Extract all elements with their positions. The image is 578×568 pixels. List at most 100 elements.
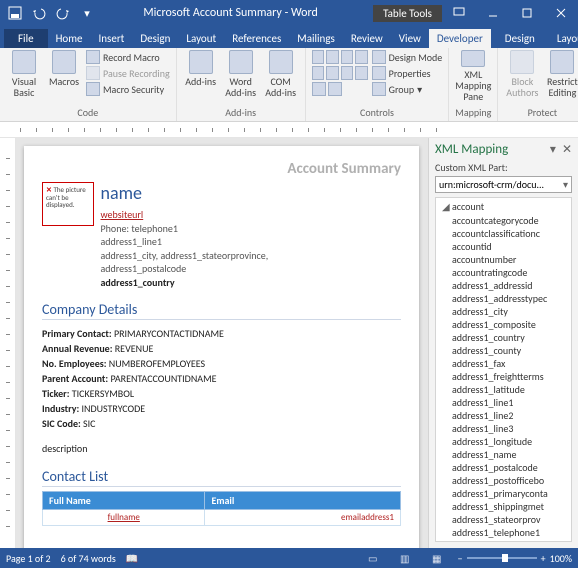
repeating-control-icon[interactable]	[312, 82, 326, 96]
xml-node[interactable]: address1_telephone2	[436, 539, 571, 543]
content-control-websiteurl[interactable]: websiteurl	[101, 208, 144, 221]
building-block-control-icon[interactable]	[355, 50, 368, 64]
content-control-address-postalcode[interactable]: address1_postalcode	[101, 262, 269, 276]
horizontal-ruler[interactable]	[0, 122, 578, 138]
group-button[interactable]: Group ▾	[372, 82, 443, 96]
properties-button[interactable]: Properties	[372, 66, 443, 80]
xml-node[interactable]: address1_latitude	[436, 383, 571, 396]
xml-node[interactable]: address1_freightterms	[436, 370, 571, 383]
document-area[interactable]: Account Summary ✕ The picture can't be d…	[0, 138, 428, 548]
zoom-level[interactable]: 100%	[550, 552, 572, 565]
content-control-emailaddress1[interactable]: emailaddress1	[205, 510, 401, 526]
content-control-name[interactable]: name	[101, 182, 269, 204]
contact-table[interactable]: Full NameEmail fullnameemailaddress1	[42, 491, 401, 526]
xml-node[interactable]: address1_postalcode	[436, 461, 571, 474]
content-control-employees[interactable]: NUMBEROFEMPLOYEES	[109, 357, 205, 370]
xml-node[interactable]: address1_primaryconta	[436, 487, 571, 500]
xml-node[interactable]: address1_postofficebo	[436, 474, 571, 487]
design-mode-button[interactable]: Design Mode	[372, 50, 443, 64]
redo-icon[interactable]	[52, 2, 74, 24]
xml-node[interactable]: address1_city	[436, 305, 571, 318]
xml-node[interactable]: accountclassificationc	[436, 227, 571, 240]
xml-node[interactable]: accountnumber	[436, 253, 571, 266]
xml-node[interactable]: accountratingcode	[436, 266, 571, 279]
pane-dropdown-icon[interactable]: ▾	[550, 142, 556, 157]
content-control-telephone1[interactable]: telephone1	[131, 222, 178, 235]
combobox-control-icon[interactable]	[326, 66, 339, 80]
xml-node[interactable]: address1_addressid	[436, 279, 571, 292]
status-page[interactable]: Page 1 of 2	[6, 552, 51, 565]
zoom-control[interactable]: − + 100%	[458, 552, 572, 565]
tab-references[interactable]: References	[224, 29, 289, 48]
xml-node[interactable]: address1_composite	[436, 318, 571, 331]
maximize-icon[interactable]	[510, 0, 544, 26]
minimize-icon[interactable]	[476, 0, 510, 26]
content-control-address-country[interactable]: address1_country	[101, 276, 269, 290]
tab-insert[interactable]: Insert	[91, 29, 133, 48]
xml-node[interactable]: address1_addresstypec	[436, 292, 571, 305]
content-control-primarycontact[interactable]: PRIMARYCONTACTIDNAME	[114, 327, 224, 340]
close-icon[interactable]	[544, 0, 578, 26]
word-addins-button[interactable]: Word Add-ins	[223, 50, 259, 102]
zoom-out-icon[interactable]: −	[458, 552, 463, 565]
tab-layout[interactable]: Layout	[178, 29, 224, 48]
content-control-revenue[interactable]: REVENUE	[115, 342, 154, 355]
zoom-in-icon[interactable]: +	[541, 552, 546, 565]
custom-xml-part-select[interactable]: urn:microsoft-crm/docu...	[435, 176, 572, 193]
content-control-industry[interactable]: INDUSTRYCODE	[81, 402, 145, 415]
xml-root-node[interactable]: account	[436, 200, 571, 214]
spell-check-icon[interactable]: 📖	[126, 552, 138, 565]
content-control-parentaccount[interactable]: PARENTACCOUNTIDNAME	[110, 372, 216, 385]
xml-node[interactable]: address1_shippingmet	[436, 500, 571, 513]
block-authors-button[interactable]: Block Authors	[504, 50, 540, 102]
content-control-address-citystate[interactable]: address1_city, address1_stateorprovince,	[101, 249, 269, 263]
plain-text-control-icon[interactable]	[326, 50, 339, 64]
xml-node[interactable]: address1_line3	[436, 422, 571, 435]
document-page[interactable]: Account Summary ✕ The picture can't be d…	[24, 146, 419, 548]
xml-mapping-pane-button[interactable]: XML Mapping Pane	[455, 50, 491, 102]
xml-node[interactable]: address1_name	[436, 448, 571, 461]
addins-button[interactable]: Add-ins	[183, 50, 219, 102]
record-macro-button[interactable]: Record Macro	[86, 50, 170, 64]
macros-button[interactable]: Macros	[46, 50, 82, 102]
vertical-ruler[interactable]	[0, 138, 16, 548]
tab-mailings[interactable]: Mailings	[289, 29, 343, 48]
status-words[interactable]: 6 of 74 words	[61, 552, 116, 565]
xml-node[interactable]: address1_line2	[436, 409, 571, 422]
visual-basic-button[interactable]: Visual Basic	[6, 50, 42, 102]
content-control-ticker[interactable]: TICKERSYMBOL	[72, 387, 134, 400]
content-control-description[interactable]: description	[42, 441, 401, 456]
tab-table-layout[interactable]: Layout	[549, 29, 578, 48]
tab-file[interactable]: File	[4, 29, 48, 48]
pause-recording-button[interactable]: Pause Recording	[86, 66, 170, 80]
content-control-sic[interactable]: SIC	[83, 417, 95, 430]
tab-table-design[interactable]: Design	[497, 29, 543, 48]
date-control-icon[interactable]	[355, 66, 368, 80]
xml-tree[interactable]: account accountcategorycodeaccountclassi…	[435, 197, 572, 542]
rich-text-control-icon[interactable]	[312, 50, 325, 64]
content-control-address-line1[interactable]: address1_line1	[101, 235, 269, 249]
com-addins-button[interactable]: COM Add-ins	[263, 50, 299, 102]
xml-node[interactable]: address1_line1	[436, 396, 571, 409]
checkbox-control-icon[interactable]	[312, 66, 325, 80]
content-control-fullname[interactable]: fullname	[108, 512, 140, 523]
macro-security-button[interactable]: Macro Security	[86, 82, 170, 96]
xml-node[interactable]: address1_telephone1	[436, 526, 571, 539]
xml-node[interactable]: accountcategorycode	[436, 214, 571, 227]
save-icon[interactable]	[4, 2, 26, 24]
tab-review[interactable]: Review	[343, 29, 391, 48]
xml-node[interactable]: address1_county	[436, 344, 571, 357]
tab-developer[interactable]: Developer	[429, 29, 491, 48]
undo-icon[interactable]	[28, 2, 50, 24]
xml-node[interactable]: accountid	[436, 240, 571, 253]
tab-home[interactable]: Home	[48, 29, 91, 48]
restrict-editing-button[interactable]: Restrict Editing	[544, 50, 578, 102]
xml-node[interactable]: address1_fax	[436, 357, 571, 370]
legacy-tools-icon[interactable]	[328, 82, 342, 96]
zoom-slider[interactable]	[467, 557, 537, 559]
pane-close-icon[interactable]: ✕	[562, 142, 572, 157]
xml-node[interactable]: address1_stateorprov	[436, 513, 571, 526]
picture-control-icon[interactable]	[341, 50, 354, 64]
ribbon-display-icon[interactable]	[442, 0, 476, 26]
xml-node[interactable]: address1_longitude	[436, 435, 571, 448]
